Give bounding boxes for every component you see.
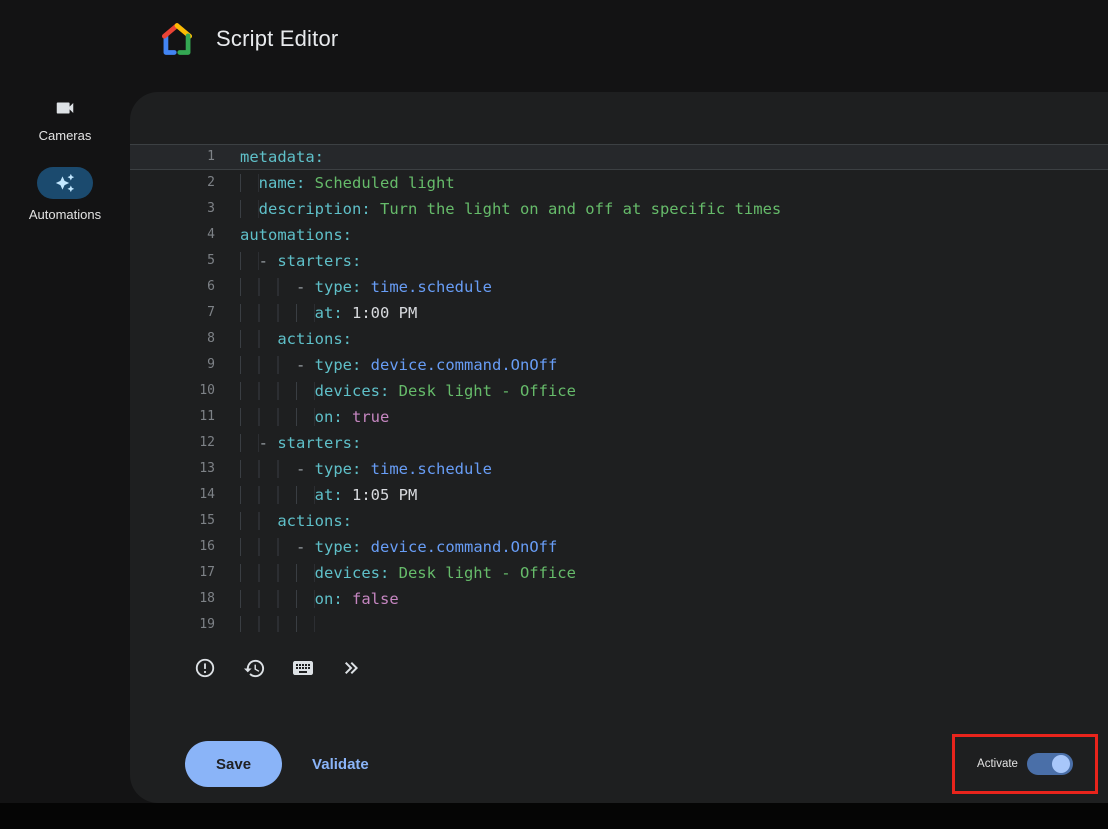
code-line-text: devices: Desk light - Office bbox=[240, 378, 576, 404]
script-editor-page: Script Editor Cameras Automations 1 metad… bbox=[0, 0, 1108, 829]
line-number: 12 bbox=[130, 430, 215, 456]
code-line-text: - type: device.command.OnOff bbox=[240, 534, 557, 560]
code-line-text: on: true bbox=[240, 404, 389, 430]
activate-toggle[interactable] bbox=[1027, 752, 1073, 776]
line-number: 15 bbox=[130, 508, 215, 534]
code-line-text: description: Turn the light on and off a… bbox=[240, 196, 781, 222]
sidebar-item-label: Automations bbox=[29, 207, 101, 222]
code-line-text: - type: device.command.OnOff bbox=[240, 352, 557, 378]
line-number: 9 bbox=[130, 352, 215, 378]
page-title: Script Editor bbox=[216, 26, 338, 52]
videocam-icon bbox=[53, 96, 77, 120]
line-number: 3 bbox=[130, 196, 215, 222]
sidebar-item-automations[interactable]: Automations bbox=[29, 167, 101, 222]
code-line-text: actions: bbox=[240, 508, 352, 534]
editor-line[interactable]: 12 - starters: bbox=[130, 430, 1108, 456]
line-number: 19 bbox=[130, 612, 215, 632]
editor-line[interactable]: 18 on: false bbox=[130, 586, 1108, 612]
activate-label: Activate bbox=[977, 758, 1018, 770]
google-home-logo-icon bbox=[158, 20, 196, 58]
app-header: Script Editor bbox=[158, 20, 338, 58]
line-number: 18 bbox=[130, 586, 215, 612]
editor-line[interactable]: 7 at: 1:00 PM bbox=[130, 300, 1108, 326]
line-number: 10 bbox=[130, 378, 215, 404]
bottom-strip bbox=[0, 803, 1108, 829]
line-number: 1 bbox=[130, 144, 215, 170]
code-line-text: devices: Desk light - Office bbox=[240, 560, 576, 586]
code-editor[interactable]: 1metadata:2 name: Scheduled light3 descr… bbox=[130, 144, 1108, 632]
editor-line[interactable]: 5 - starters: bbox=[130, 248, 1108, 274]
line-number: 5 bbox=[130, 248, 215, 274]
editor-line[interactable]: 14 at: 1:05 PM bbox=[130, 482, 1108, 508]
code-line-text bbox=[240, 612, 315, 632]
editor-line[interactable]: 15 actions: bbox=[130, 508, 1108, 534]
editor-line[interactable]: 19 bbox=[130, 612, 1108, 632]
line-number: 8 bbox=[130, 326, 215, 352]
editor-line[interactable]: 10 devices: Desk light - Office bbox=[130, 378, 1108, 404]
double-chevron-right-icon[interactable] bbox=[338, 654, 366, 682]
editor-line[interactable]: 2 name: Scheduled light bbox=[130, 170, 1108, 196]
line-number: 14 bbox=[130, 482, 215, 508]
code-line-text: automations: bbox=[240, 222, 352, 248]
code-line-text: - starters: bbox=[240, 430, 361, 456]
line-number: 16 bbox=[130, 534, 215, 560]
sidebar-item-label: Cameras bbox=[39, 128, 92, 143]
sidebar-item-cameras[interactable]: Cameras bbox=[39, 96, 92, 143]
editor-line[interactable]: 13 - type: time.schedule bbox=[130, 456, 1108, 482]
problems-icon[interactable] bbox=[191, 654, 219, 682]
line-number: 7 bbox=[130, 300, 215, 326]
code-line-text: on: false bbox=[240, 586, 399, 612]
activate-annotation-box: Activate bbox=[952, 734, 1098, 794]
code-line-text: actions: bbox=[240, 326, 352, 352]
code-line-text: - type: time.schedule bbox=[240, 274, 492, 300]
editor-line[interactable]: 16 - type: device.command.OnOff bbox=[130, 534, 1108, 560]
line-number: 11 bbox=[130, 404, 215, 430]
active-pill bbox=[37, 167, 93, 199]
line-number: 4 bbox=[130, 222, 215, 248]
editor-toolbar bbox=[191, 654, 366, 682]
nav-rail: Cameras Automations bbox=[0, 96, 130, 222]
history-icon[interactable] bbox=[240, 654, 268, 682]
code-line-text: metadata: bbox=[240, 144, 324, 170]
line-number: 13 bbox=[130, 456, 215, 482]
save-button[interactable]: Save bbox=[185, 741, 282, 787]
validate-button[interactable]: Validate bbox=[312, 756, 369, 773]
editor-line[interactable]: 6 - type: time.schedule bbox=[130, 274, 1108, 300]
editor-panel: 1metadata:2 name: Scheduled light3 descr… bbox=[130, 92, 1108, 803]
code-line-text: at: 1:05 PM bbox=[240, 482, 417, 508]
editor-line[interactable]: 3 description: Turn the light on and off… bbox=[130, 196, 1108, 222]
line-number: 17 bbox=[130, 560, 215, 586]
editor-line[interactable]: 11 on: true bbox=[130, 404, 1108, 430]
toggle-thumb bbox=[1052, 755, 1070, 773]
editor-line[interactable]: 1 metadata: bbox=[130, 144, 1108, 170]
code-line-text: - type: time.schedule bbox=[240, 456, 492, 482]
sparkle-icon bbox=[55, 173, 75, 193]
editor-line[interactable]: 17 devices: Desk light - Office bbox=[130, 560, 1108, 586]
line-number: 6 bbox=[130, 274, 215, 300]
code-line-text: name: Scheduled light bbox=[240, 170, 455, 196]
code-line-text: - starters: bbox=[240, 248, 361, 274]
editor-line[interactable]: 4 automations: bbox=[130, 222, 1108, 248]
line-number: 2 bbox=[130, 170, 215, 196]
code-line-text: at: 1:00 PM bbox=[240, 300, 417, 326]
editor-line[interactable]: 9 - type: device.command.OnOff bbox=[130, 352, 1108, 378]
keyboard-icon[interactable] bbox=[289, 654, 317, 682]
editor-line[interactable]: 8 actions: bbox=[130, 326, 1108, 352]
